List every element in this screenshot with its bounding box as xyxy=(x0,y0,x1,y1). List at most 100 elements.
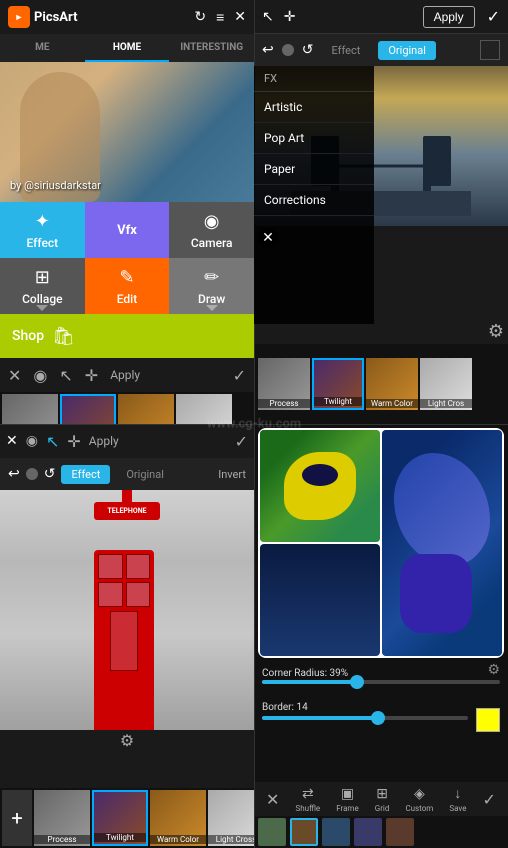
settings-button[interactable]: ⚙ xyxy=(488,321,504,342)
move-tool-icon[interactable]: ✛ xyxy=(85,366,98,385)
fish-image-2 xyxy=(382,430,502,656)
undo-button[interactable]: ↩ xyxy=(262,42,274,58)
camera-label: Camera xyxy=(191,236,233,250)
fish-cell-3 xyxy=(260,544,380,656)
thumb-lightcross[interactable]: Light Cross xyxy=(176,394,232,424)
fish-shadow-1 xyxy=(302,464,338,486)
apply-tool-label[interactable]: Apply xyxy=(110,368,140,382)
frame-label: Frame xyxy=(336,804,358,813)
bl-thumb-lightcross[interactable]: Light Cross xyxy=(208,790,254,846)
br-thumb-4[interactable] xyxy=(354,818,382,846)
bl-settings-button[interactable]: ⚙ xyxy=(120,731,134,750)
tab-interesting[interactable]: INTERESTING xyxy=(169,34,254,62)
slider-fill xyxy=(262,680,355,684)
corner-radius-slider[interactable] xyxy=(262,680,500,684)
fx-paper[interactable]: Paper xyxy=(254,154,374,185)
br-thumb-2[interactable] xyxy=(290,818,318,846)
bl-thumb-lightcross-label: Light Cross xyxy=(208,835,254,844)
close-thumbnail-btn[interactable]: ✕ xyxy=(258,228,278,248)
check-tool-icon[interactable]: ✓ xyxy=(233,366,246,385)
app-header: ► PicsArt ↻ ≡ ✕ xyxy=(0,0,254,34)
booth-window-4 xyxy=(126,582,151,607)
hero-image: by @siriusdarkstar xyxy=(0,62,254,202)
cursor-tool-icon[interactable]: ↖ xyxy=(59,366,72,385)
collage-label: Collage xyxy=(22,292,62,306)
color-swatch[interactable] xyxy=(476,708,500,732)
tab-me[interactable]: ME xyxy=(0,34,85,62)
custom-icon: ◈ xyxy=(414,786,425,802)
redo-button[interactable]: ↺ xyxy=(302,42,314,58)
bl-tab-effect[interactable]: Effect xyxy=(61,465,110,484)
bl-undo-icon[interactable]: ↩ xyxy=(8,466,20,482)
slider-thumb[interactable] xyxy=(350,675,364,689)
logo-icon: ► xyxy=(8,6,30,28)
menu-item-fx[interactable]: Vfx xyxy=(85,202,170,258)
preview-box[interactable] xyxy=(480,40,500,60)
menu-item-edit[interactable]: ✎ Edit xyxy=(85,258,170,314)
border-slider[interactable] xyxy=(262,716,468,720)
br-thumb-3[interactable] xyxy=(322,818,350,846)
tool-custom[interactable]: ◈ Custom xyxy=(405,786,433,813)
bl-redo-icon[interactable]: ↺ xyxy=(44,466,56,482)
bl-dot-selector[interactable] xyxy=(26,468,38,480)
edit-controls: ↩ ↺ Effect Original xyxy=(254,34,508,66)
tr-thumb-twilight[interactable]: Twilight xyxy=(312,358,364,410)
dot-selector[interactable] xyxy=(282,44,294,56)
bl-check-icon[interactable]: ✓ xyxy=(235,432,248,451)
bl-tab-original[interactable]: Original xyxy=(116,465,174,484)
logo-text: PicsArt xyxy=(34,10,77,25)
thumb-process[interactable]: Process xyxy=(2,394,58,424)
shop-icon: 🛍 xyxy=(52,326,75,347)
tool-save[interactable]: ↓ Save xyxy=(449,785,466,813)
bl-thumb-twilight[interactable]: Twilight xyxy=(92,790,148,846)
menu-item-draw[interactable]: ✏ Draw xyxy=(169,258,254,314)
tool-grid[interactable]: ⊞ Grid xyxy=(375,786,390,813)
tab-home[interactable]: HOME xyxy=(85,34,170,62)
effect-header: ↖ ✛ Apply ✓ xyxy=(254,0,508,34)
tab-effect[interactable]: Effect xyxy=(321,41,370,60)
check-icon[interactable]: ✓ xyxy=(487,7,500,26)
tr-thumb-process[interactable]: Process xyxy=(258,358,310,410)
camera-tool-icon[interactable]: ◉ xyxy=(33,366,47,385)
bl-apply-label[interactable]: Apply xyxy=(89,434,119,448)
br-check-icon[interactable]: ✓ xyxy=(483,790,496,809)
br-thumb-1[interactable] xyxy=(258,818,286,846)
bl-cursor-icon[interactable]: ↖ xyxy=(46,432,59,451)
close-tool-icon[interactable]: ✕ xyxy=(8,366,21,385)
tr-thumb-twilight-label: Twilight xyxy=(314,397,362,406)
tab-original[interactable]: Original xyxy=(378,41,436,60)
bl-invert-label[interactable]: Invert xyxy=(218,468,246,481)
effect-header-icons: ↖ ✛ xyxy=(262,9,411,25)
bl-close-icon[interactable]: ✕ xyxy=(6,433,18,449)
tool-frame[interactable]: ▣ Frame xyxy=(336,786,358,813)
fx-corrections[interactable]: Corrections xyxy=(254,185,374,216)
tr-thumb-process-label: Process xyxy=(258,399,310,408)
rotate-icon[interactable]: ↻ xyxy=(194,9,206,25)
collage-settings-button[interactable]: ⚙ xyxy=(487,662,500,678)
fx-pop-art[interactable]: Pop Art xyxy=(254,123,374,154)
tr-thumb-lightcross[interactable]: Light Cros xyxy=(420,358,472,410)
add-button[interactable]: + xyxy=(2,790,32,846)
tool-shuffle[interactable]: ⇄ Shuffle xyxy=(296,786,321,813)
bl-move-icon[interactable]: ✛ xyxy=(67,432,80,451)
apply-button[interactable]: Apply xyxy=(423,6,475,28)
menu-item-camera[interactable]: ◉ Camera xyxy=(169,202,254,258)
tr-thumb-warmcolor[interactable]: Warm Color xyxy=(366,358,418,410)
br-thumb-5[interactable] xyxy=(386,818,414,846)
fx-artistic[interactable]: Artistic xyxy=(254,92,374,123)
menu-item-collage[interactable]: ⊞ Collage xyxy=(0,258,85,314)
border-thumb[interactable] xyxy=(371,711,385,725)
thumb-warmcolor[interactable]: Warm Color xyxy=(118,394,174,424)
close-icon[interactable]: ✕ xyxy=(234,9,246,25)
menu-item-effect[interactable]: ✦ Effect xyxy=(0,202,85,258)
thumb-twilight[interactable]: Twilight xyxy=(60,394,116,424)
collage-icon: ⊞ xyxy=(35,267,50,288)
bl-thumb-process[interactable]: Process xyxy=(34,790,90,846)
app-logo[interactable]: ► PicsArt xyxy=(8,6,77,28)
shop-row[interactable]: Shop 🛍 xyxy=(0,314,254,358)
bl-camera-icon[interactable]: ◉ xyxy=(26,433,38,449)
menu-icon[interactable]: ≡ xyxy=(216,9,224,26)
br-close-icon[interactable]: ✕ xyxy=(266,790,279,809)
bl-thumb-warmcolor[interactable]: Warm Color xyxy=(150,790,206,846)
corner-radius-label: Corner Radius: 39% xyxy=(262,668,348,679)
